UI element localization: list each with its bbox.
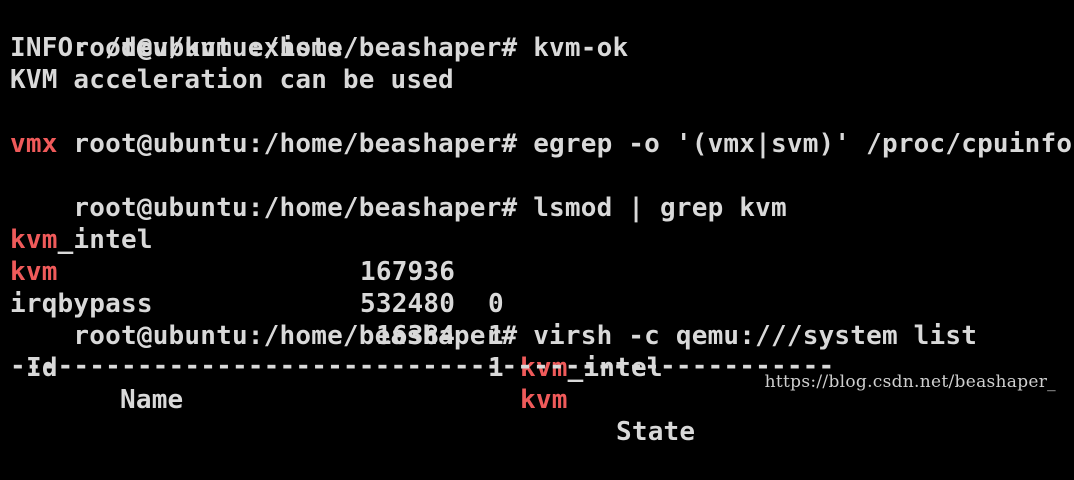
grep-match: vmx [10, 129, 58, 159]
prompt: root@ubuntu:/home/beashaper# [73, 129, 518, 159]
table-separator: ----------------------------------------… [10, 351, 835, 381]
prompt-line: root@ubuntu:/home/beashaper# virsh -c qe… [10, 288, 977, 351]
watermark: https://blog.csdn.net/beashaper_ [764, 372, 1056, 392]
column-name: Name [120, 385, 184, 415]
output-line: KVM acceleration can be used [10, 65, 454, 95]
module-used-by: kvm [520, 385, 568, 415]
lsmod-row: kvm_intel 167936 0 [10, 192, 1070, 319]
prompt-line: root@ubuntu:/home/beashaper# egrep -o '(… [10, 96, 1072, 159]
column-state: State [616, 417, 696, 447]
output-line: INFO: /dev/kvm exists [10, 33, 343, 63]
terminal-window[interactable]: root@ubuntu:/home/beashaper# kvm-ok INFO… [0, 0, 1074, 447]
prompt-line: root@ubuntu:/home/beashaper# kvm-ok [10, 0, 628, 63]
lsmod-row: kvm 532480 1 kvm_intel [10, 224, 1070, 383]
virsh-list-header: Id Name State [10, 320, 1070, 447]
lsmod-row: irqbypass 16384 1 kvm [10, 256, 1070, 415]
prompt-line: root@ubuntu:/home/beashaper# lsmod | gre… [10, 160, 787, 223]
command: kvm-ok [533, 33, 629, 63]
command: egrep -o '(vmx|svm)' /proc/cpuinfo [533, 129, 1073, 159]
